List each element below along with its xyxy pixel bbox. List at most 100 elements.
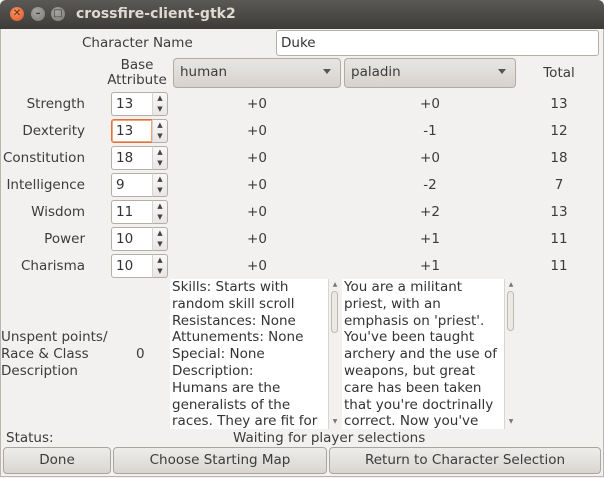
scroll-down-icon[interactable]: ▼	[507, 418, 515, 426]
race-modifier: +0	[247, 123, 267, 139]
minimize-window-button[interactable]: –	[31, 7, 45, 21]
spinner-arrows[interactable]: ▲ ▼	[152, 119, 168, 143]
spinner-arrows[interactable]: ▲ ▼	[152, 200, 168, 224]
minimize-icon: –	[35, 8, 41, 19]
base-attribute-value[interactable]: 10	[111, 227, 153, 251]
choose-starting-map-button[interactable]: Choose Starting Map	[113, 447, 327, 474]
spin-up-icon[interactable]: ▲	[153, 228, 167, 239]
status-message: Waiting for player selections	[233, 430, 426, 446]
race-select[interactable]: human	[173, 58, 341, 88]
class-modifier: +0	[420, 96, 440, 112]
class-description[interactable]: You are a militant priest, with an emphasi…	[342, 279, 504, 429]
race-description-line: Attunements: None	[172, 329, 304, 346]
class-modifier: +1	[420, 258, 440, 274]
race-description-line: races. They are fit for	[172, 413, 318, 429]
class-description-line: You are a militant	[344, 279, 463, 295]
spin-up-icon[interactable]: ▲	[153, 93, 167, 104]
spin-down-icon[interactable]: ▼	[153, 239, 167, 250]
scroll-thumb[interactable]	[331, 291, 338, 333]
chevron-down-icon	[323, 69, 331, 74]
race-description-text: Skills: Starts with random skill scroll Re…	[172, 279, 326, 429]
race-modifier: +0	[247, 177, 267, 193]
stat-total: 12	[550, 123, 568, 139]
base-attribute-value[interactable]: 9	[111, 173, 153, 197]
race-description-scrollbar[interactable]: ▲ ▼	[328, 279, 340, 429]
class-modifier: +0	[420, 150, 440, 166]
spinner-arrows[interactable]: ▲ ▼	[152, 173, 168, 197]
class-select[interactable]: paladin	[344, 58, 516, 88]
race-description-line: Resistances: None	[172, 312, 296, 329]
spin-up-icon[interactable]: ▲	[153, 120, 167, 131]
scroll-up-icon[interactable]: ▲	[331, 281, 339, 289]
stat-name: Wisdom	[31, 204, 85, 220]
spin-down-icon[interactable]: ▼	[153, 266, 167, 277]
return-to-character-selection-button[interactable]: Return to Character Selection	[329, 447, 601, 474]
stat-name: Charisma	[20, 258, 85, 274]
status-label: Status:	[6, 430, 54, 446]
race-modifier: +0	[247, 231, 267, 247]
spin-down-icon[interactable]: ▼	[153, 104, 167, 115]
stat-total: 13	[550, 96, 568, 112]
base-attribute-header: Base Attribute	[107, 57, 167, 88]
spin-up-icon[interactable]: ▲	[153, 255, 167, 266]
race-description-line: Skills: Starts with	[172, 279, 289, 295]
class-description-line: archery and the use of	[344, 346, 497, 363]
class-description-line: weapons, but great	[344, 362, 476, 379]
class-modifier: +1	[420, 231, 440, 247]
stat-total: 7	[554, 177, 564, 193]
spin-down-icon[interactable]: ▼	[153, 212, 167, 223]
spinner-arrows[interactable]: ▲ ▼	[152, 254, 168, 278]
done-button[interactable]: Done	[3, 447, 111, 474]
unspent-label-line: Description	[1, 363, 78, 379]
base-attribute-value[interactable]: 10	[111, 254, 153, 278]
spin-down-icon[interactable]: ▼	[153, 131, 167, 142]
spinner-arrows[interactable]: ▲ ▼	[152, 227, 168, 251]
race-modifier: +0	[247, 258, 267, 274]
spin-up-icon[interactable]: ▲	[153, 174, 167, 185]
character-name-input[interactable]	[276, 30, 599, 56]
race-description[interactable]: Skills: Starts with random skill scroll Re…	[170, 279, 328, 429]
stat-total: 13	[550, 204, 568, 220]
title-bar[interactable]: ✕ – □ crossfire-client-gtk2	[0, 0, 604, 29]
stat-name: Intelligence	[6, 177, 85, 193]
window-title: crossfire-client-gtk2	[76, 6, 236, 22]
scroll-up-icon[interactable]: ▲	[507, 281, 515, 289]
base-attribute-value[interactable]: 18	[111, 146, 153, 170]
race-modifier: +0	[247, 150, 267, 166]
spin-down-icon[interactable]: ▼	[153, 185, 167, 196]
maximize-window-button[interactable]: □	[51, 7, 65, 21]
close-icon: ✕	[12, 8, 22, 19]
class-modifier: -2	[423, 177, 437, 193]
stat-total: 18	[550, 150, 568, 166]
stat-name: Power	[44, 231, 85, 247]
spin-up-icon[interactable]: ▲	[153, 147, 167, 158]
total-header: Total	[543, 65, 575, 81]
spinner-arrows[interactable]: ▲ ▼	[152, 146, 168, 170]
class-modifier: +2	[420, 204, 440, 220]
spinner-arrows[interactable]: ▲ ▼	[152, 92, 168, 116]
spin-down-icon[interactable]: ▼	[153, 158, 167, 169]
character-name-label: Character Name	[82, 35, 193, 51]
unspent-points-value: 0	[136, 346, 145, 362]
class-description-line: emphasis on 'priest'.	[344, 312, 485, 329]
base-attribute-value[interactable]: 11	[111, 200, 153, 224]
race-select-value: human	[180, 64, 228, 80]
stat-name: Dexterity	[22, 123, 85, 139]
race-description-line: Humans are the	[172, 379, 281, 396]
unspent-label-line: Race & Class	[1, 346, 89, 362]
base-attribute-value[interactable]: 13	[111, 119, 153, 143]
spin-up-icon[interactable]: ▲	[153, 201, 167, 212]
stat-total: 11	[550, 258, 568, 274]
base-attribute-value[interactable]: 13	[111, 92, 153, 116]
class-description-text: You are a militant priest, with an emphasi…	[344, 279, 502, 429]
class-description-line: that you're doctrinally	[344, 396, 494, 413]
close-window-button[interactable]: ✕	[10, 7, 24, 21]
race-modifier: +0	[247, 96, 267, 112]
scroll-thumb[interactable]	[507, 291, 514, 331]
class-description-line: priest, with an	[344, 295, 441, 312]
race-modifier: +0	[247, 204, 267, 220]
unspent-label: Unspent points/ Race & Class Description	[1, 329, 108, 380]
class-description-scrollbar[interactable]: ▲ ▼	[504, 279, 516, 429]
scroll-down-icon[interactable]: ▼	[331, 418, 339, 426]
class-description-line: care has been taken	[344, 379, 482, 396]
